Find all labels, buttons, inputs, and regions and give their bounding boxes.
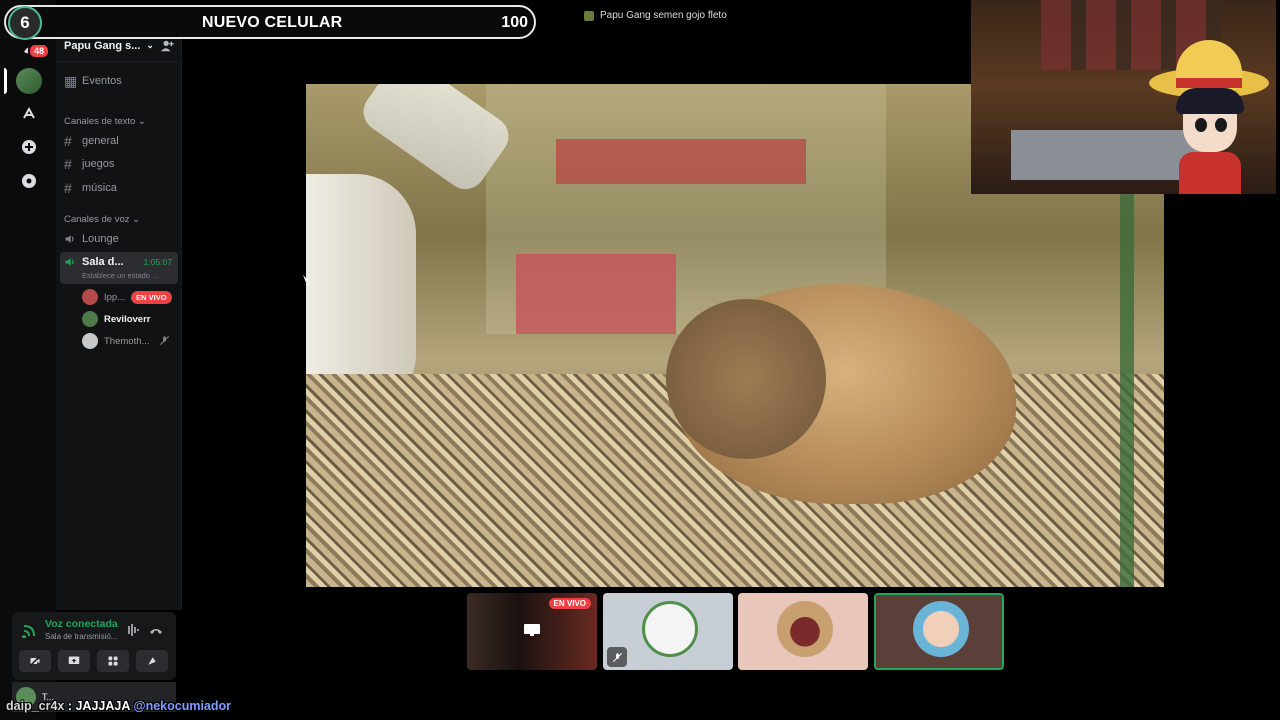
channel-sidebar: Papu Gang s... ⌄ ▦ Eventos Canales de te…: [56, 30, 182, 610]
chat-message: JAJJAJA: [75, 699, 134, 713]
voice-connection-panel: Voz conectada Sala de transmisió...: [12, 612, 176, 680]
hash-icon: #: [64, 180, 72, 196]
vtuber-shirt: [1179, 152, 1241, 194]
video-object: [516, 254, 676, 334]
voice-category-label: Canales de voz: [64, 214, 130, 225]
mouse-cursor-icon: [303, 275, 309, 285]
calendar-icon: ▦: [64, 72, 78, 89]
voice-member[interactable]: Ipp... EN VIVO: [82, 287, 178, 307]
soundboard-icon: [148, 657, 156, 665]
channel-general[interactable]: # general: [60, 130, 178, 152]
goal-current: 6: [8, 6, 42, 40]
activities-icon: [108, 656, 118, 666]
active-server-indicator: [4, 68, 7, 94]
text-category-label: Canales de texto: [64, 116, 136, 127]
member-name: Ipp...: [104, 291, 126, 303]
camera-button[interactable]: [19, 650, 51, 672]
voice-member[interactable]: Themoth...: [82, 331, 178, 351]
voice-status[interactable]: Voz conectada: [45, 618, 118, 630]
goal-target: 100: [501, 14, 528, 31]
vtuber-hat: [1176, 78, 1242, 88]
participant-tile[interactable]: EN VIVO: [467, 593, 597, 670]
channel-label: música: [82, 182, 117, 194]
video-object: [1120, 194, 1134, 587]
live-badge: EN VIVO: [131, 290, 172, 304]
avatar: [82, 311, 98, 327]
chat-overlay: daip_cr4x : JAJJAJA @nekocumiador: [6, 699, 231, 713]
chevron-down-icon: ⌄: [146, 40, 154, 50]
avatar: [777, 601, 833, 657]
live-badge: EN VIVO: [548, 598, 591, 609]
vtuber-hair: [1176, 88, 1244, 114]
chat-username: daip_cr4x: [6, 699, 65, 713]
chat-mention: @nekocumiador: [133, 699, 232, 713]
disconnect-icon[interactable]: [148, 622, 164, 638]
text-category[interactable]: Canales de texto ⌄: [64, 116, 146, 127]
vtuber-eye: [1195, 118, 1207, 132]
soundboard-button[interactable]: [136, 650, 168, 672]
channel-label: Sala d...: [82, 256, 124, 268]
channel-musica[interactable]: # música: [60, 177, 178, 199]
voice-channel-lounge[interactable]: Lounge: [60, 228, 178, 250]
noise-suppression-icon[interactable]: [124, 622, 140, 638]
call-timer: 1:05:07: [143, 257, 172, 267]
vtuber-eye: [1215, 118, 1227, 132]
voice-channel-name[interactable]: Sala de transmisió...: [45, 632, 117, 641]
channel-status[interactable]: Establece un estado ...: [82, 271, 158, 280]
server-name: Papu Gang s...: [64, 39, 141, 52]
muted-mic-icon: [607, 647, 627, 667]
signal-icon[interactable]: [22, 622, 38, 638]
voice-category[interactable]: Canales de voz ⌄: [64, 214, 140, 225]
participant-tile-speaking[interactable]: [874, 593, 1004, 670]
channel-label: general: [82, 135, 119, 147]
stream-title-bar: Papu Gang semen gojo fleto: [584, 10, 727, 21]
stream-title: Papu Gang semen gojo fleto: [600, 10, 727, 21]
activities-button[interactable]: [97, 650, 129, 672]
invite-icon[interactable]: [160, 39, 174, 53]
dm-badge: 48: [28, 43, 51, 59]
hash-icon: #: [64, 156, 72, 172]
muted-mic-icon: [160, 336, 169, 345]
events-item[interactable]: ▦ Eventos: [60, 70, 178, 92]
add-server-icon[interactable]: [16, 134, 42, 160]
avatar: [913, 601, 969, 657]
server-avatar[interactable]: [16, 68, 42, 94]
speaker-icon: [64, 233, 82, 245]
participant-tile[interactable]: [603, 593, 733, 670]
goal-label: NUEVO CELULAR: [202, 14, 343, 31]
vtuber-overlay: [971, 0, 1276, 194]
member-name: Themoth...: [104, 335, 150, 347]
avatar: [82, 333, 98, 349]
discover-icon[interactable]: [16, 101, 42, 127]
streamer-avatar: [584, 10, 594, 21]
voice-channel-active[interactable]: Sala d... 1:05:07 Establece un estado ..…: [60, 252, 178, 284]
channel-juegos[interactable]: # juegos: [60, 153, 178, 175]
goal-overlay: 6 NUEVO CELULAR 100: [4, 5, 536, 40]
hash-icon: #: [64, 133, 72, 149]
events-label: Eventos: [82, 75, 122, 87]
app-root: 48 Papu Gang s... ⌄ ▦ Eventos Canales de…: [0, 0, 1280, 720]
screen-share-icon: [68, 656, 80, 664]
voice-member[interactable]: Reviloverr: [82, 309, 178, 329]
speaker-icon: [64, 256, 82, 268]
channel-label: juegos: [82, 158, 115, 170]
screen-share-icon: [524, 624, 540, 636]
video-object: [556, 139, 806, 184]
channel-label: Lounge: [82, 233, 119, 245]
explore-icon[interactable]: [16, 168, 42, 194]
video-animal: [666, 299, 826, 459]
screen-share-button[interactable]: [58, 650, 90, 672]
participant-tile[interactable]: [738, 593, 868, 670]
avatar: [82, 289, 98, 305]
member-name: Reviloverr: [104, 313, 151, 325]
avatar: [642, 601, 698, 657]
camera-off-icon: [29, 655, 41, 667]
chat-separator: :: [64, 699, 76, 713]
